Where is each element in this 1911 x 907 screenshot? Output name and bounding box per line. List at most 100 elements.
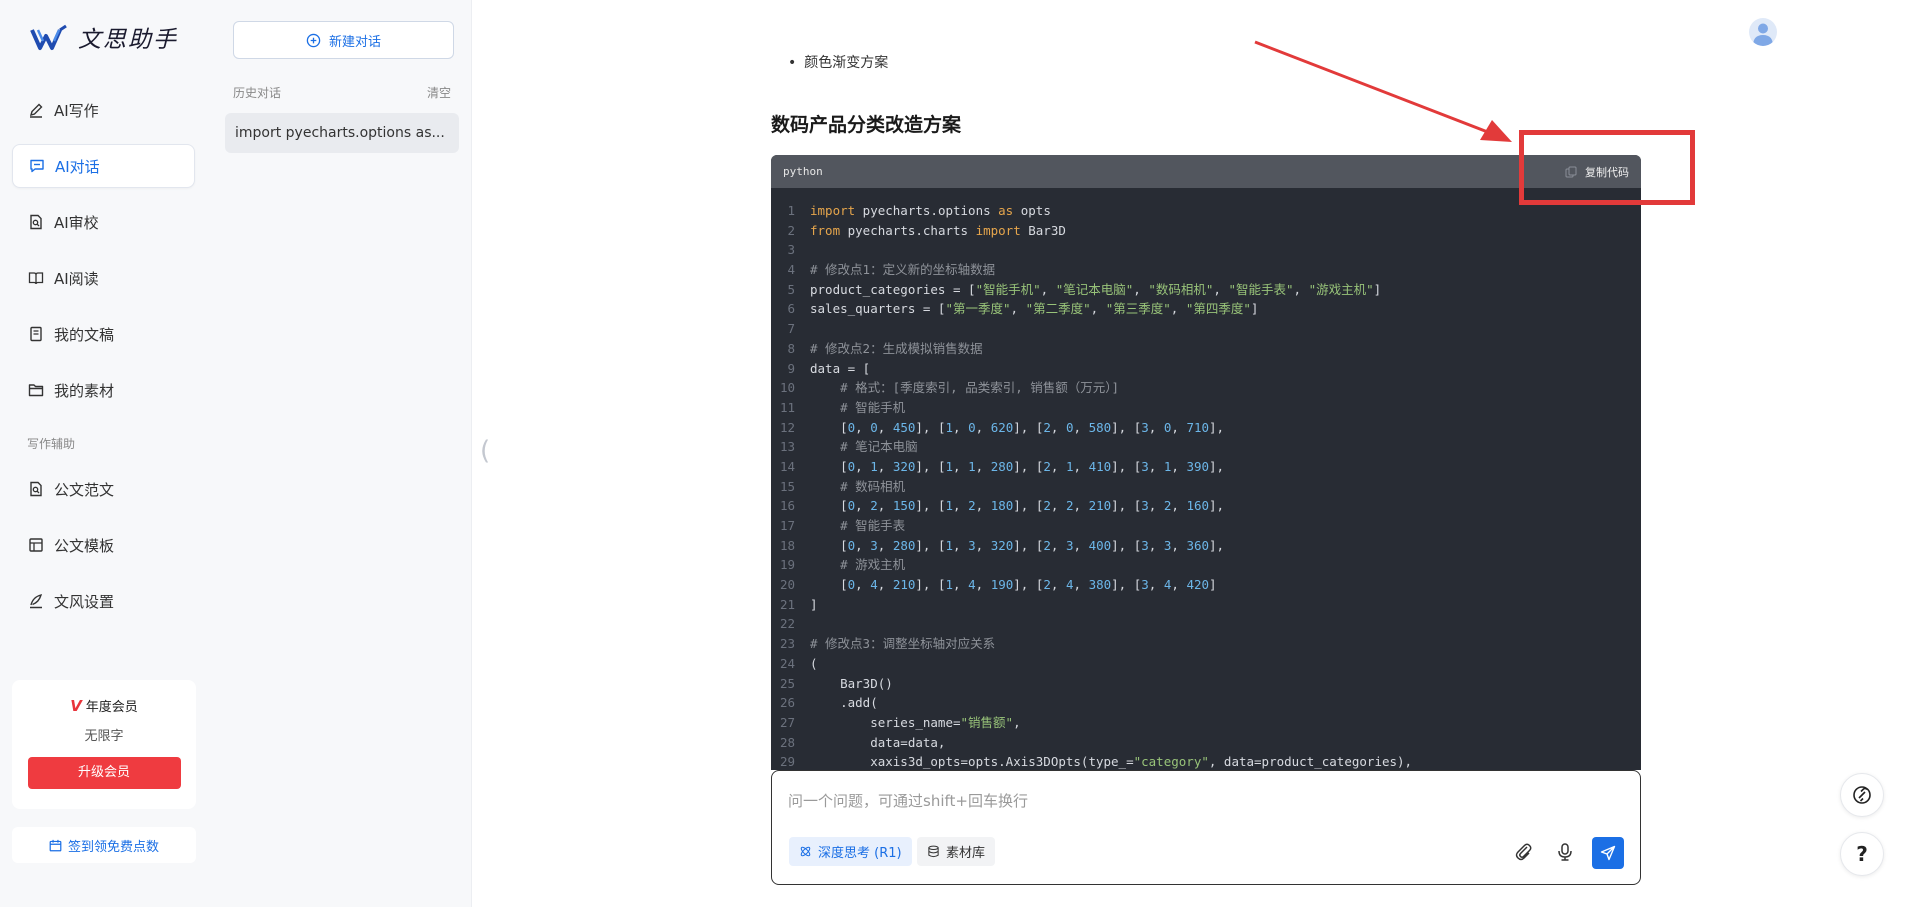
line-number: 22 <box>779 616 795 632</box>
nav-item-ai-proofread[interactable]: AI审校 <box>12 200 195 244</box>
line-text: # 格式：[季度索引, 品类索引, 销售额（万元）] <box>840 380 1120 396</box>
code-line: 28 data=data, <box>771 733 1641 753</box>
code-line: 15 # 数码相机 <box>771 477 1641 497</box>
code-line: 9 data = [ <box>771 359 1641 379</box>
line-number: 16 <box>779 498 795 514</box>
line-number: 14 <box>779 458 795 474</box>
line-number: 29 <box>779 754 795 770</box>
code-header: python 复制代码 <box>771 155 1641 188</box>
calendar-icon <box>49 839 62 851</box>
line-text: # 修改点1：定义新的坐标轴数据 <box>810 262 996 278</box>
line-number: 27 <box>779 714 795 730</box>
vip-icon: V <box>70 696 82 715</box>
code-line: 3 <box>771 240 1641 260</box>
send-icon <box>1600 845 1616 861</box>
history-item[interactable]: import pyecharts.options as... <box>225 113 459 153</box>
checkin-button[interactable]: 签到领免费点数 <box>12 827 196 863</box>
previous-bullet-item: 颜色渐变方案 <box>788 52 888 69</box>
help-button[interactable]: ? <box>1840 832 1884 876</box>
line-number: 2 <box>787 222 795 238</box>
line-text: xaxis3d_opts=opts.Axis3DOpts(type_="cate… <box>810 754 1413 770</box>
annotation-arrow <box>1254 40 1512 142</box>
line-number: 9 <box>787 360 795 376</box>
line-text: # 数码相机 <box>840 478 906 494</box>
line-number: 1 <box>787 203 795 218</box>
code-line: 17 # 智能手表 <box>771 516 1641 536</box>
nav-item-ai-reading[interactable]: AI阅读 <box>12 256 195 300</box>
link-icon <box>1853 786 1871 804</box>
line-number: 25 <box>779 675 795 691</box>
line-text: from pyecharts.charts import Bar3D <box>810 222 1066 238</box>
code-line: 14 [0, 1, 320], [1, 1, 280], [2, 1, 410]… <box>771 457 1641 477</box>
folder-icon <box>28 384 44 397</box>
line-text: # 智能手机 <box>840 399 906 415</box>
line-number: 8 <box>787 340 795 356</box>
doc-search-icon <box>30 214 42 230</box>
code-line: 7 <box>771 319 1641 339</box>
history-section-label: 历史对话 <box>233 86 282 100</box>
line-number: 7 <box>787 321 795 337</box>
nav-item-style-settings[interactable]: 文风设置 <box>12 579 195 623</box>
code-line: 13 # 笔记本电脑 <box>771 437 1641 457</box>
line-text: ] <box>810 596 818 612</box>
code-language: python <box>783 165 823 178</box>
nav-item-label: AI审校 <box>54 213 99 232</box>
code-body: 1 import pyecharts.options as opts 2 from p… <box>771 188 1641 770</box>
line-number: 6 <box>787 301 795 317</box>
history-panel: 新建对话 历史对话 清空 import pyecharts.options as… <box>212 0 472 907</box>
material-library-button[interactable]: 素材库 <box>917 837 996 866</box>
deep-think-label: 深度思考 (R1) <box>818 846 902 861</box>
line-text: sales_quarters = ["第一季度", "第二季度", "第三季度"… <box>810 301 1259 317</box>
app-logo[interactable]: 文思助手 <box>30 20 178 54</box>
deep-think-toggle[interactable]: 深度思考 (R1) <box>789 837 912 866</box>
chat-input-box: 问一个问题，可通过shift+回车换行 深度思考 (R1) 素材库 <box>771 770 1641 885</box>
line-number: 12 <box>779 419 795 435</box>
nav-item-my-materials[interactable]: 我的素材 <box>12 368 195 412</box>
membership-card: V 年度会员 无限字 升级会员 <box>12 680 196 809</box>
nav-item-ai-writing[interactable]: AI写作 <box>12 88 195 132</box>
line-number: 18 <box>779 537 795 553</box>
nav-item-my-documents[interactable]: 我的文稿 <box>12 312 195 356</box>
plus-circle-icon <box>306 33 321 47</box>
code-line: 29 xaxis3d_opts=opts.Axis3DOpts(type_="c… <box>771 752 1641 770</box>
line-text: product_categories = ["智能手机", "笔记本电脑", "… <box>810 281 1382 297</box>
line-text: [0, 2, 150], [1, 2, 180], [2, 2, 210], [… <box>810 498 1225 514</box>
code-line: 4 # 修改点1：定义新的坐标轴数据 <box>771 260 1641 280</box>
upgrade-membership-button[interactable]: 升级会员 <box>27 757 181 789</box>
help-icon: ? <box>1856 842 1868 866</box>
line-number: 28 <box>779 734 795 750</box>
code-line: 23 # 修改点3：调整坐标轴对应关系 <box>771 634 1641 654</box>
clear-history-button[interactable]: 清空 <box>427 84 451 101</box>
pen-icon <box>29 103 43 118</box>
user-avatar[interactable] <box>1749 18 1777 46</box>
nav-item-official-samples[interactable]: 公文范文 <box>12 467 195 511</box>
code-line: 18 [0, 3, 280], [1, 3, 320], [2, 3, 400]… <box>771 536 1641 556</box>
document-icon <box>30 326 42 342</box>
code-line: 12 [0, 0, 450], [1, 0, 620], [2, 0, 580]… <box>771 418 1641 438</box>
line-number: 23 <box>779 636 795 652</box>
database-icon <box>928 845 939 858</box>
line-text: # 修改点2：生成模拟销售数据 <box>810 340 983 356</box>
microphone-icon[interactable] <box>1554 841 1576 863</box>
new-chat-button[interactable]: 新建对话 <box>233 21 454 59</box>
nav-item-label: 公文模板 <box>54 536 115 555</box>
code-line: 1 import pyecharts.options as opts <box>771 201 1641 221</box>
line-number: 21 <box>779 596 795 612</box>
code-line: 2 from pyecharts.charts import Bar3D <box>771 221 1641 241</box>
nav-item-ai-chat[interactable]: AI对话 <box>12 144 195 188</box>
line-number: 3 <box>787 242 795 258</box>
code-line: 8 # 修改点2：生成模拟销售数据 <box>771 339 1641 359</box>
paperclip-icon[interactable] <box>1513 841 1535 863</box>
nav-item-official-templates[interactable]: 公文模板 <box>12 523 195 567</box>
app-name: 文思助手 <box>78 27 178 53</box>
collapse-panel-handle[interactable]: ( <box>480 436 490 466</box>
line-number: 5 <box>787 281 795 297</box>
style-pen-icon <box>30 594 43 609</box>
send-button[interactable] <box>1592 837 1624 869</box>
annotation-highlight-box <box>1519 130 1695 205</box>
line-number: 26 <box>779 695 795 711</box>
floating-tool-button[interactable] <box>1840 773 1884 817</box>
code-line: 11 # 智能手机 <box>771 398 1641 418</box>
chat-input[interactable]: 问一个问题，可通过shift+回车换行 <box>788 790 1028 811</box>
book-icon <box>28 272 44 285</box>
